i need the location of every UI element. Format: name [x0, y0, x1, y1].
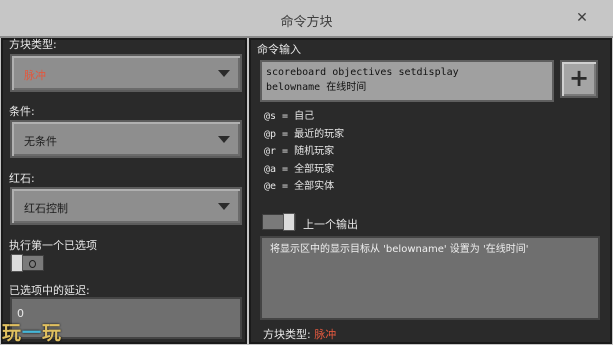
chevron-down-icon — [218, 70, 230, 77]
chevron-down-icon — [218, 136, 230, 143]
left-settings-panel: 方块类型: 脉冲 条件: 无条件 红石: 红石控制 执行第一个已选项 已选项中的… — [1, 38, 247, 344]
redstone-value: 红石控制 — [24, 202, 68, 215]
selector-item: @r = 随机玩家 — [264, 146, 335, 157]
execute-first-toggle[interactable] — [10, 254, 44, 272]
redstone-label: 红石: — [9, 172, 35, 185]
condition-value: 无条件 — [24, 135, 57, 148]
footer-block-type-label: 方块类型: — [263, 328, 311, 341]
toggle-off-mark — [29, 260, 36, 268]
block-type-dropdown[interactable]: 脉冲 — [10, 54, 242, 92]
command-line-1: scoreboard objectives setdisplay — [266, 67, 459, 78]
watermark-logo: 玩一玩 — [2, 318, 62, 345]
close-icon[interactable]: ✕ — [573, 9, 591, 27]
command-input-label: 命令输入 — [257, 43, 301, 56]
chevron-down-icon — [218, 203, 230, 210]
selector-list: @s = 自己 @p = 最近的玩家 @r = 随机玩家 @a = 全部玩家 @… — [264, 108, 344, 196]
command-line-2: belowname 在线时间 — [266, 82, 367, 93]
redstone-dropdown[interactable]: 红石控制 — [10, 187, 242, 225]
previous-output-box: 将显示区中的显示目标从 'belowname' 设置为 '在线时间' — [260, 236, 600, 320]
execute-first-label: 执行第一个已选项 — [9, 239, 97, 252]
toggle-knob — [283, 213, 295, 231]
block-type-value: 脉冲 — [24, 69, 46, 82]
selector-item: @p = 最近的玩家 — [264, 128, 345, 140]
previous-output-text: 将显示区中的显示目标从 'belowname' 设置为 '在线时间' — [270, 244, 529, 255]
previous-output-label: 上一个输出 — [303, 218, 358, 231]
footer-block-type-value: 脉冲 — [314, 328, 337, 341]
condition-dropdown[interactable]: 无条件 — [10, 120, 242, 158]
selector-item: @a = 全部玩家 — [264, 163, 335, 175]
watermark-right: 玩 — [42, 322, 63, 344]
plus-icon: + — [568, 64, 590, 92]
add-button[interactable]: + — [560, 60, 598, 98]
delay-label: 已选项中的延迟: — [9, 284, 90, 297]
previous-output-toggle[interactable] — [262, 213, 296, 231]
watermark-left: 玩 — [2, 322, 23, 344]
right-command-panel: 命令输入 scoreboard objectives setdisplay be… — [249, 38, 612, 344]
window-title: 命令方块 — [280, 15, 333, 30]
toggle-knob — [11, 254, 23, 272]
watermark-dash: 一 — [22, 322, 43, 344]
command-input[interactable]: scoreboard objectives setdisplay belowna… — [260, 60, 554, 102]
block-type-label: 方块类型: — [9, 38, 57, 51]
title-bar: 命令方块 ✕ — [0, 0, 613, 38]
condition-label: 条件: — [9, 105, 35, 118]
selector-item: @s = 自己 — [264, 111, 315, 122]
footer-block-type: 方块类型: 脉冲 — [263, 326, 336, 342]
selector-item: @e = 全部实体 — [264, 181, 335, 192]
